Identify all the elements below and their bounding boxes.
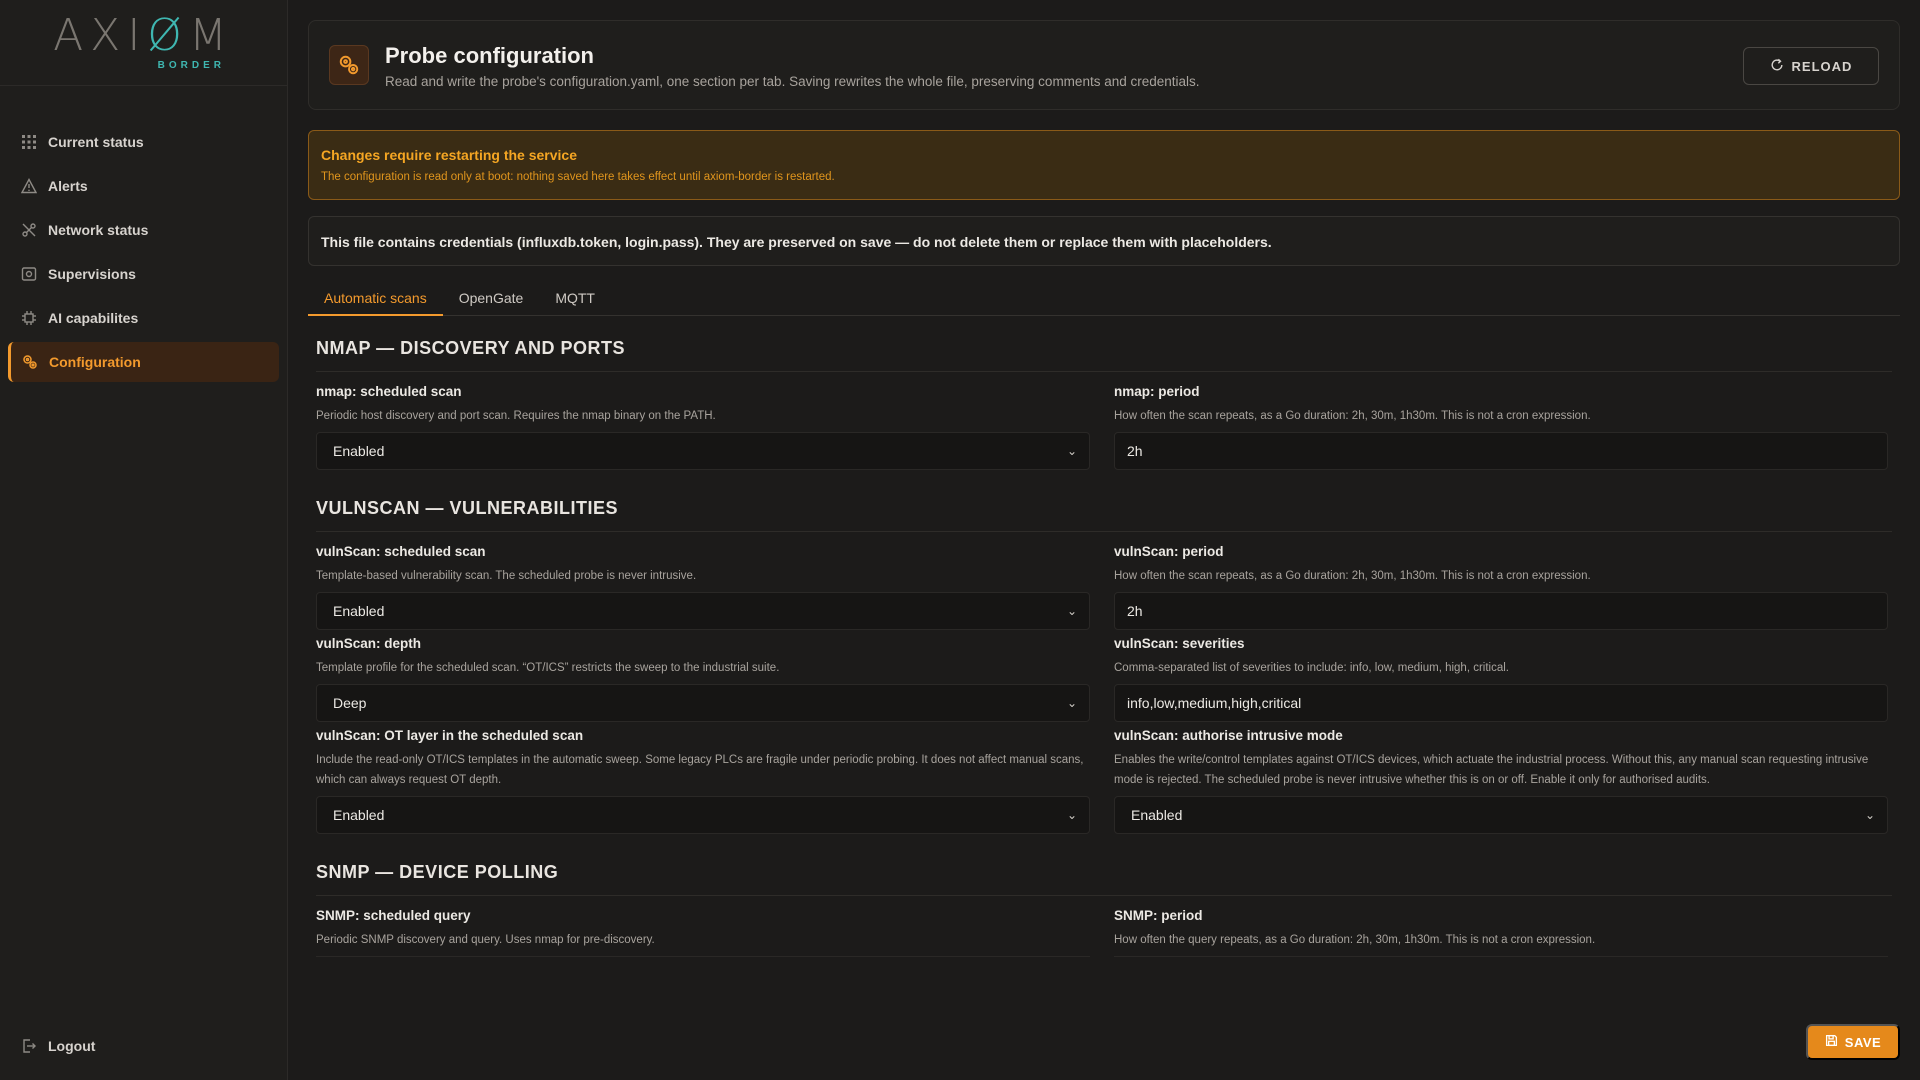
vulnscan-scheduled-field: vulnScan: scheduled scan Template-based … <box>316 544 1090 630</box>
sidebar-item-label: Network status <box>48 222 149 238</box>
chip-icon <box>20 309 38 327</box>
vulnscan-ot-select[interactable]: Enabled ⌄ <box>316 796 1090 834</box>
tab-mqtt[interactable]: MQTT <box>539 282 611 316</box>
sidebar-item-network-status[interactable]: Network status <box>8 210 279 250</box>
vulnscan-ot-field: vulnScan: OT layer in the scheduled scan… <box>316 728 1090 834</box>
snmp-period-input[interactable] <box>1114 956 1888 962</box>
field-help: Periodic host discovery and port scan. R… <box>316 410 716 422</box>
vulnscan-intrusive-select[interactable]: Enabled ⌄ <box>1114 796 1888 834</box>
snmp-scheduled-field: SNMP: scheduled query Periodic SNMP disc… <box>316 908 1090 962</box>
sidebar-item-current-status[interactable]: Current status <box>8 122 279 162</box>
sidebar-item-label: Alerts <box>48 178 88 194</box>
vulnscan-intrusive-field: vulnScan: authorise intrusive mode Enabl… <box>1114 728 1888 834</box>
logo-subtitle: BORDER <box>157 60 225 71</box>
logo: AXIØM BORDER <box>0 0 287 86</box>
vulnscan-scheduled-select[interactable]: Enabled ⌄ <box>316 592 1090 630</box>
sidebar-item-label: AI capabilites <box>48 310 139 326</box>
field-label: vulnScan: severities <box>1114 636 1245 651</box>
tab-bar: Automatic scans OpenGate MQTT <box>308 282 1900 316</box>
nmap-scheduled-field: nmap: scheduled scan Periodic host disco… <box>316 384 1090 470</box>
sidebar-item-configuration[interactable]: Configuration <box>8 342 279 382</box>
chevron-down-icon: ⌄ <box>1066 696 1077 710</box>
chevron-down-icon: ⌄ <box>1066 444 1077 458</box>
chevron-down-icon: ⌄ <box>1066 604 1077 618</box>
field-help: How often the scan repeats, as a Go dura… <box>1114 410 1591 422</box>
logo-word-a: AXI <box>53 10 148 61</box>
save-label: SAVE <box>1844 1034 1882 1050</box>
vulnscan-depth-field: vulnScan: depth Template profile for the… <box>316 636 1090 722</box>
warning-icon <box>20 177 38 195</box>
page-header: Probe configuration Read and write the p… <box>308 20 1900 110</box>
nmap-period-field: nmap: period How often the scan repeats,… <box>1114 384 1888 470</box>
field-label: nmap: period <box>1114 384 1200 399</box>
field-label: vulnScan: depth <box>316 636 422 651</box>
snmp-scheduled-select[interactable] <box>316 956 1090 962</box>
vulnscan-period-input[interactable]: 2h <box>1114 592 1888 630</box>
sidebar-item-alerts[interactable]: Alerts <box>8 166 279 206</box>
logo-word-b: Ø <box>147 10 189 61</box>
field-label: vulnScan: authorise intrusive mode <box>1114 728 1343 743</box>
page-title: Probe configuration <box>385 43 594 68</box>
field-help: Template profile for the scheduled scan.… <box>316 662 780 674</box>
sidebar: AXIØM BORDER Current status Alerts Netwo… <box>0 0 288 1080</box>
section-title-snmp: SNMP — DEVICE POLLING <box>316 840 1892 896</box>
sidebar-item-supervisions[interactable]: Supervisions <box>8 254 279 294</box>
field-help: How often the scan repeats, as a Go dura… <box>1114 570 1591 582</box>
field-label: vulnScan: scheduled scan <box>316 544 486 559</box>
grid-icon <box>20 133 38 151</box>
sidebar-item-ai-capabilites[interactable]: AI capabilites <box>8 298 279 338</box>
logout-icon <box>20 1037 38 1055</box>
nmap-scheduled-select[interactable]: Enabled ⌄ <box>316 432 1090 470</box>
sidebar-item-label: Supervisions <box>48 266 136 282</box>
chevron-down-icon: ⌄ <box>1864 808 1875 822</box>
reload-button[interactable]: RELOAD <box>1743 47 1879 85</box>
logo-word-c: M <box>188 10 234 61</box>
nmap-period-input[interactable]: 2h <box>1114 432 1888 470</box>
supervision-icon <box>20 265 38 283</box>
reload-label: RELOAD <box>1791 58 1853 74</box>
chevron-down-icon: ⌄ <box>1066 808 1077 822</box>
vulnscan-depth-select[interactable]: Deep ⌄ <box>316 684 1090 722</box>
sidebar-item-label: Configuration <box>49 354 141 370</box>
network-icon <box>20 221 38 239</box>
vulnscan-severities-input[interactable]: info,low,medium,high,critical <box>1114 684 1888 722</box>
refresh-icon <box>1770 58 1784 75</box>
field-help: Include the read-only OT/ICS templates i… <box>316 754 1084 786</box>
field-label: vulnScan: period <box>1114 544 1224 559</box>
vulnscan-period-field: vulnScan: period How often the scan repe… <box>1114 544 1888 630</box>
credentials-info-banner: This file contains credentials (influxdb… <box>308 216 1900 266</box>
tab-opengate[interactable]: OpenGate <box>443 282 540 316</box>
sidebar-nav: Current status Alerts Network status Sup… <box>0 122 287 382</box>
gears-icon <box>21 353 39 371</box>
main-content: Probe configuration Read and write the p… <box>308 20 1900 996</box>
field-label: vulnScan: OT layer in the scheduled scan <box>316 728 584 743</box>
warning-text: The configuration is read only at boot: … <box>321 171 835 183</box>
save-button[interactable]: SAVE <box>1806 1024 1900 1060</box>
logout-label: Logout <box>48 1038 96 1054</box>
tab-content: NMAP — DISCOVERY AND PORTS nmap: schedul… <box>308 316 1900 996</box>
section-title-nmap: NMAP — DISCOVERY AND PORTS <box>316 316 1892 372</box>
field-help: Template-based vulnerability scan. The s… <box>316 570 697 582</box>
field-help: How often the query repeats, as a Go dur… <box>1114 934 1596 946</box>
restart-warning-banner: Changes require restarting the service T… <box>308 130 1900 200</box>
tab-automatic-scans[interactable]: Automatic scans <box>308 282 443 316</box>
field-help: Periodic SNMP discovery and query. Uses … <box>316 934 655 946</box>
logout-button[interactable]: Logout <box>8 1026 280 1066</box>
section-title-vulnscan: VULNSCAN — VULNERABILITIES <box>316 476 1892 532</box>
page-subtitle: Read and write the probe's configuration… <box>385 74 1200 89</box>
vulnscan-severities-field: vulnScan: severities Comma-separated lis… <box>1114 636 1888 722</box>
field-help: Comma-separated list of severities to in… <box>1114 662 1509 674</box>
field-label: nmap: scheduled scan <box>316 384 462 399</box>
gears-icon <box>329 45 369 85</box>
field-label: SNMP: scheduled query <box>316 908 471 923</box>
warning-title: Changes require restarting the service <box>321 147 577 163</box>
field-help: Enables the write/control templates agai… <box>1114 754 1869 786</box>
field-label: SNMP: period <box>1114 908 1203 923</box>
sidebar-item-label: Current status <box>48 134 144 150</box>
snmp-period-field: SNMP: period How often the query repeats… <box>1114 908 1888 962</box>
floppy-disk-icon <box>1825 1034 1838 1050</box>
